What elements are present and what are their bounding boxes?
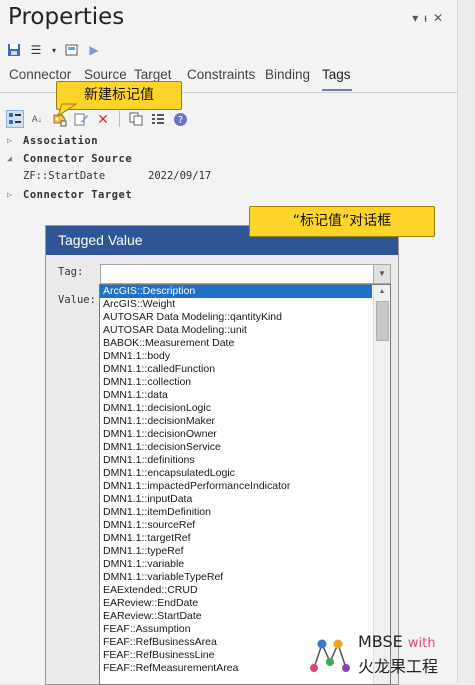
dropdown-item[interactable]: DMN1.1::encapsulatedLogic <box>100 467 372 480</box>
dropdown-item[interactable]: DMN1.1::variable <box>100 558 372 571</box>
tree-row-connector-target[interactable]: ▷ Connector Target <box>0 187 457 205</box>
delete-icon[interactable]: ✕ <box>94 110 112 128</box>
callout-new-tagged-value: 新建标记值 <box>56 81 182 110</box>
chevron-down-icon[interactable]: ▾ <box>50 42 58 58</box>
separator <box>119 111 120 127</box>
tab-tags[interactable]: Tags <box>322 67 351 82</box>
logo-mbse: MBSE <box>358 632 403 651</box>
tag-label: Tag: <box>58 266 84 278</box>
dropdown-item[interactable]: DMN1.1::calledFunction <box>100 363 372 376</box>
tag-combobox[interactable]: ▼ <box>100 264 391 284</box>
dropdown-scrollbar[interactable]: ▲ <box>373 285 390 684</box>
chevron-down-icon[interactable]: ▼ <box>373 265 390 283</box>
dropdown-item[interactable]: DMN1.1::decisionService <box>100 441 372 454</box>
tree-row-association[interactable]: ▷ Association <box>0 133 457 151</box>
list-options-icon[interactable] <box>149 110 167 128</box>
dropdown-item[interactable]: AUTOSAR Data Modeling::unit <box>100 324 372 337</box>
callout-dialog: “标记值”对话框 <box>249 206 435 237</box>
tag-name: ZF::StartDate <box>23 170 106 182</box>
tab-source[interactable]: Source <box>84 67 127 82</box>
play-icon[interactable]: ▶ <box>86 42 102 58</box>
tree-row-connector-source[interactable]: ◢ Connector Source <box>0 151 457 169</box>
dropdown-item[interactable]: ArcGIS::Description <box>100 285 372 298</box>
collapse-icon[interactable]: ◢ <box>7 154 12 163</box>
dropdown-item[interactable]: DMN1.1::data <box>100 389 372 402</box>
element-icon[interactable] <box>64 42 80 58</box>
dropdown-items: ArcGIS::Description ArcGIS::Weight AUTOSAR… <box>100 285 372 675</box>
new-tagged-value-icon[interactable] <box>50 110 68 128</box>
tab-binding[interactable]: Binding <box>265 67 310 82</box>
dropdown-item[interactable]: EAReview::EndDate <box>100 597 372 610</box>
dropdown-item[interactable]: DMN1.1::body <box>100 350 372 363</box>
help-icon[interactable]: ? <box>171 110 189 128</box>
top-toolbar: ☰ ▾ ▶ <box>6 40 102 60</box>
tag-value: 2022/09/17 <box>148 170 212 182</box>
pin-icon[interactable]: ᵻ <box>424 11 433 25</box>
dropdown-item[interactable]: DMN1.1::decisionOwner <box>100 428 372 441</box>
dropdown-item[interactable]: DMN1.1::decisionLogic <box>100 402 372 415</box>
edit-icon[interactable] <box>72 110 90 128</box>
logo-with: with <box>407 636 436 651</box>
svg-text:?: ? <box>177 115 182 126</box>
dropdown-item[interactable]: BABOK::Measurement Date <box>100 337 372 350</box>
save-icon[interactable] <box>6 42 22 58</box>
dropdown-item[interactable]: ArcGIS::Weight <box>100 298 372 311</box>
scroll-up-icon[interactable]: ▲ <box>374 285 390 299</box>
dropdown-icon[interactable]: ▾ <box>412 11 424 25</box>
menu-icon[interactable]: ☰ <box>28 42 44 58</box>
dropdown-item[interactable]: EAExtended::CRUD <box>100 584 372 597</box>
value-label: Value: <box>58 294 96 306</box>
title-bar: Properties ▾ᵻ✕ <box>0 0 457 38</box>
dialog-title: Tagged Value <box>58 232 143 248</box>
dropdown-item[interactable]: DMN1.1::definitions <box>100 454 372 467</box>
logo: MBSE with 火龙果工程 <box>308 630 468 682</box>
sort-az-icon[interactable]: A↓ <box>28 110 46 128</box>
dropdown-item[interactable]: DMN1.1::variableTypeRef <box>100 571 372 584</box>
dropdown-item[interactable]: DMN1.1::sourceRef <box>100 519 372 532</box>
categorized-view-icon[interactable] <box>6 110 24 128</box>
dropdown-item[interactable]: DMN1.1::inputData <box>100 493 372 506</box>
active-tab-indicator <box>322 89 352 91</box>
dropdown-item[interactable]: DMN1.1::targetRef <box>100 532 372 545</box>
dropdown-item[interactable]: AUTOSAR Data Modeling::qantityKind <box>100 311 372 324</box>
tab-connector[interactable]: Connector <box>9 67 71 82</box>
dropdown-item[interactable]: DMN1.1::typeRef <box>100 545 372 558</box>
logo-company: 火龙果工程 <box>358 657 439 676</box>
copy-icon[interactable] <box>127 110 145 128</box>
tags-toolbar: A↓ ✕ ? <box>6 108 189 130</box>
panel-title: Properties <box>8 4 125 30</box>
dropdown-item[interactable]: DMN1.1::impactedPerformanceIndicator <box>100 480 372 493</box>
tag-dropdown-list[interactable]: ArcGIS::Description ArcGIS::Weight AUTOSAR… <box>99 284 391 685</box>
tab-constraints[interactable]: Constraints <box>187 67 255 82</box>
title-buttons: ▾ᵻ✕ <box>412 11 449 25</box>
dropdown-item[interactable]: DMN1.1::decisionMaker <box>100 415 372 428</box>
tagged-value-row[interactable]: ZF::StartDate 2022/09/17 <box>0 168 457 186</box>
expand-icon[interactable]: ▷ <box>7 190 12 199</box>
close-icon[interactable]: ✕ <box>433 11 449 25</box>
tab-target[interactable]: Target <box>134 67 172 82</box>
dropdown-item[interactable]: DMN1.1::itemDefinition <box>100 506 372 519</box>
scrollbar-thumb[interactable] <box>376 301 389 341</box>
dropdown-item[interactable]: EAReview::StartDate <box>100 610 372 623</box>
logo-mark <box>310 639 350 672</box>
expand-icon[interactable]: ▷ <box>7 136 12 145</box>
dropdown-item[interactable]: DMN1.1::collection <box>100 376 372 389</box>
